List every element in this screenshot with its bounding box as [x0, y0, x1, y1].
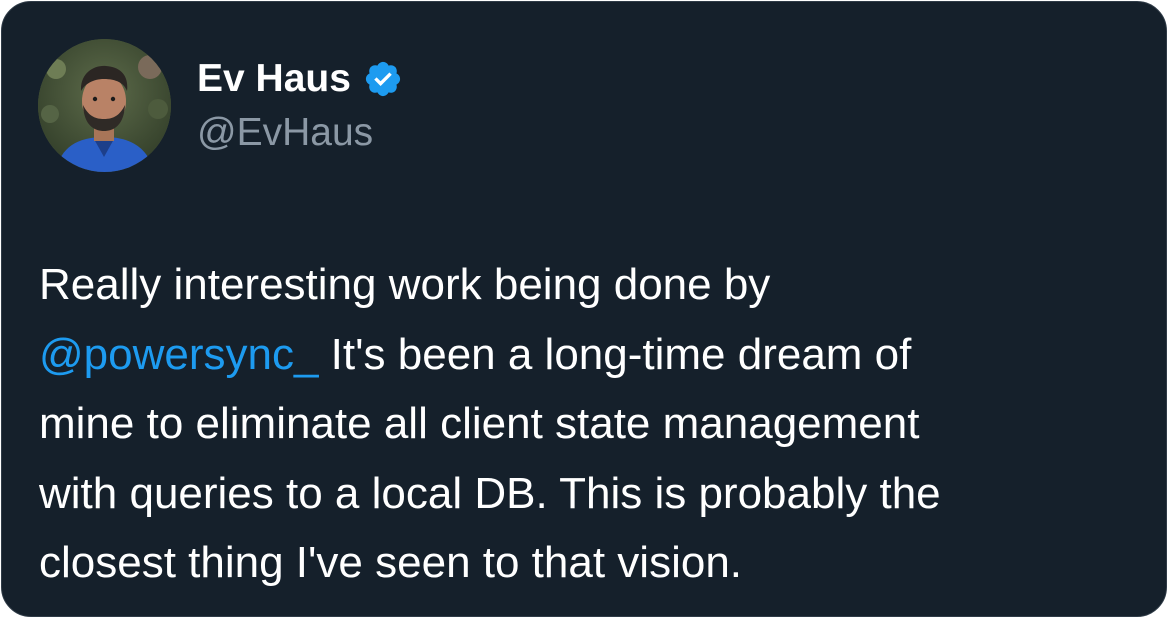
- tweet-card: Ev Haus @EvHaus Really interesting work …: [1, 1, 1167, 617]
- avatar[interactable]: [38, 39, 171, 172]
- tweet-text: Really interesting work being done by @p…: [39, 250, 1139, 598]
- mention-link[interactable]: @powersync_: [39, 330, 318, 379]
- author-name[interactable]: Ev Haus: [197, 54, 351, 104]
- profile-photo-icon: [38, 39, 171, 172]
- author-handle[interactable]: @EvHaus: [197, 108, 373, 158]
- tweet-line: mine to eliminate all client state manag…: [39, 399, 920, 448]
- author-name-row: Ev Haus: [197, 54, 403, 104]
- tweet-line: closest thing I've seen to that vision.: [39, 538, 743, 587]
- tweet-line: with queries to a local DB. This is prob…: [39, 468, 941, 518]
- tweet-line: Really interesting work being done by: [39, 260, 771, 309]
- tweet-line: @powersync_ It's been a long-time dream …: [39, 320, 1139, 390]
- verified-badge-icon: [363, 59, 403, 99]
- tweet-line-text: It's been a long-time dream of: [318, 329, 912, 379]
